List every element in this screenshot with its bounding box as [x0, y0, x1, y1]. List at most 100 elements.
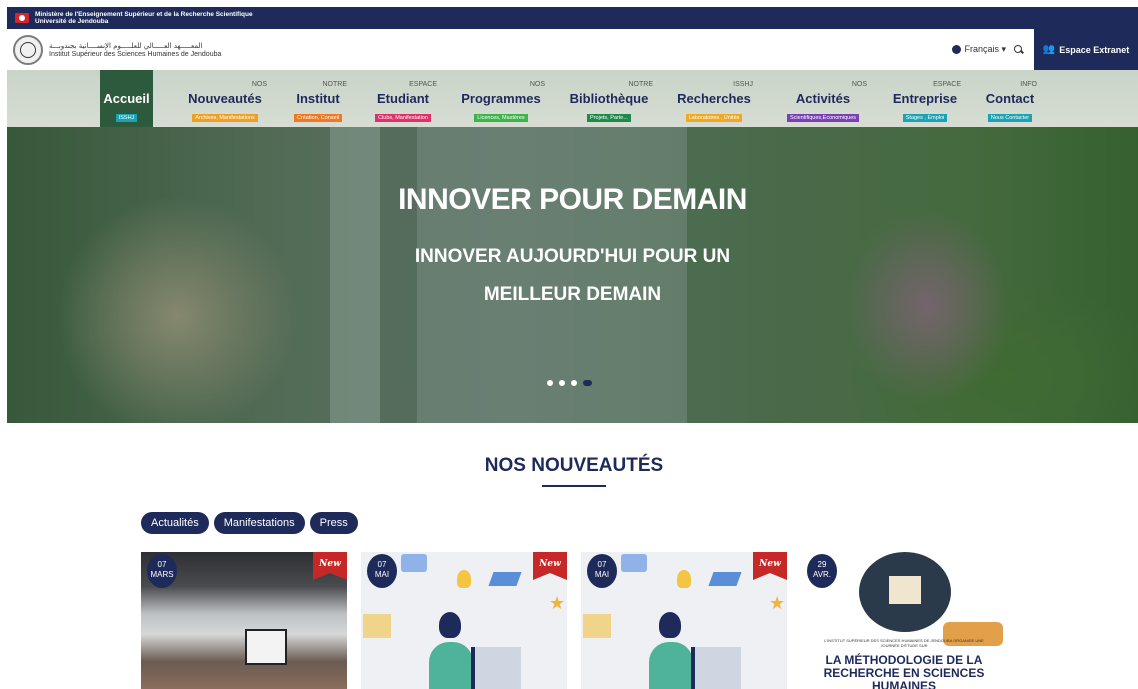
hero-overlay	[7, 127, 1138, 423]
ministry-bar: Ministère de l'Enseignement Supérieur et…	[7, 7, 1138, 29]
nav-label: Accueil	[103, 91, 150, 106]
nav-tag: Projets, Parte...	[587, 114, 631, 122]
nav-item-etudiant[interactable]: ESPACE Etudiant Clubs, Manifestation	[367, 70, 439, 127]
section-title: NOS NOUVEAUTÉS	[484, 455, 664, 476]
extranet-button[interactable]: 👥 Espace Extranet	[1034, 29, 1138, 70]
new-badge: New	[313, 552, 347, 580]
nav-prefix: NOTRE	[322, 81, 348, 88]
slider-dot-active[interactable]	[583, 380, 592, 386]
filter-actualites-button[interactable]: Actualités	[141, 512, 209, 534]
news-card[interactable]: L'INSTITUT SUPÉRIEUR DES SCIENCES HUMAIN…	[801, 552, 1007, 689]
news-filters: Actualités Manifestations Press	[141, 512, 358, 534]
institute-names[interactable]: المعـــــهد العـــــالي للعلـــــوم الإن…	[49, 42, 221, 58]
date-day: 07	[157, 560, 167, 569]
filter-press-button[interactable]: Press	[309, 512, 358, 534]
slider-dot[interactable]	[547, 380, 553, 386]
nav-prefix: NOS	[851, 81, 867, 88]
research-poster-graphic	[859, 552, 951, 632]
nav-item-contact[interactable]: INFO Contact Nous Contacter	[977, 70, 1043, 127]
nav-prefix: ISSHJ	[733, 81, 753, 88]
nav-tag: Création, Conseil	[293, 114, 343, 122]
date-day: 07	[377, 560, 387, 569]
nav-label: Etudiant	[377, 91, 429, 106]
news-card[interactable]: ★ 07 MAI New	[361, 552, 567, 689]
nav-prefix: NOS	[251, 81, 267, 88]
date-day: 29	[817, 560, 827, 569]
nav-prefix: NOTRE	[628, 81, 654, 88]
nav-label: Nouveautés	[188, 91, 262, 106]
nav-item-recherches[interactable]: ISSHJ Recherches Laboratoires , Unités	[669, 70, 759, 127]
users-icon: 👥	[1042, 44, 1056, 55]
chat-bubble-icon	[401, 554, 427, 572]
hero-title: INNOVER POUR DEMAIN	[398, 183, 747, 216]
institute-name-arabic: المعـــــهد العـــــالي للعلـــــوم الإن…	[49, 41, 203, 50]
date-month: MARS	[150, 570, 174, 579]
language-selector[interactable]: Français ▾	[952, 44, 1006, 55]
new-badge: New	[533, 552, 567, 580]
student-body	[649, 642, 693, 689]
date-month: MAI	[594, 570, 610, 579]
slider-dots	[547, 380, 592, 386]
lightbulb-icon	[457, 570, 471, 588]
header-actions: Français ▾ 👥 Espace Extranet	[952, 29, 1138, 70]
nav-item-bibliotheque[interactable]: NOTRE Bibliothèque Projets, Parte...	[559, 70, 659, 127]
nav-item-nouveautes[interactable]: NOS Nouveautés Archives, Manifestations	[177, 70, 273, 127]
date-badge: 07 MAI	[367, 554, 397, 588]
extranet-label: Espace Extranet	[1059, 44, 1130, 55]
nav-label: Entreprise	[892, 91, 958, 106]
nav-item-entreprise[interactable]: ESPACE Entreprise Stages , Emploi	[883, 70, 967, 127]
logo-emblem-icon	[20, 41, 36, 58]
star-icon: ★	[769, 593, 786, 613]
date-badge: 07 MAI	[587, 554, 617, 588]
section-title-underline	[542, 485, 606, 487]
slider-dot[interactable]	[571, 380, 577, 386]
slider-dot[interactable]	[559, 380, 565, 386]
nav-tag: Stages , Emploi	[902, 114, 948, 122]
tunisia-flag-icon	[15, 13, 29, 23]
ministry-text: Ministère de l'Enseignement Supérieur et…	[35, 11, 253, 25]
search-icon[interactable]	[1014, 44, 1024, 55]
date-day: 07	[597, 560, 607, 569]
filter-manifestations-button[interactable]: Manifestations	[213, 512, 305, 534]
nav-tag: Archives, Manifestations	[192, 114, 258, 122]
nav-item-activites[interactable]: NOS Activités Scientifiques,Economiques	[773, 70, 873, 127]
nav-label: Contact	[985, 91, 1035, 106]
language-label: Français ▾	[964, 44, 1006, 54]
institute-logo[interactable]	[13, 34, 43, 65]
nav-item-institut[interactable]: NOTRE Institut Création, Conseil	[283, 70, 353, 127]
news-card[interactable]: 07 MARS New	[141, 552, 347, 689]
folder-icon	[583, 614, 611, 638]
nav-tag: Scientifiques,Economiques	[786, 114, 860, 122]
lightbulb-icon	[677, 570, 691, 588]
hero-slider[interactable]: INNOVER POUR DEMAIN INNOVER AUJOURD'HUI …	[7, 127, 1138, 423]
star-icon: ★	[549, 593, 566, 613]
nav-tag: Licences, Mastères	[474, 114, 528, 122]
student-head	[659, 612, 681, 638]
student-body	[429, 642, 473, 689]
nav-label: Bibliothèque	[569, 91, 649, 106]
nav-tag: Clubs, Manifestation	[375, 114, 431, 122]
nav-item-programmes[interactable]: NOS Programmes Licences, Mastères	[453, 70, 549, 127]
date-badge: 29 AVR.	[807, 554, 837, 588]
nav-label: Programmes	[461, 91, 541, 106]
hero-subtitle-line2: MEILLEUR DEMAIN	[483, 284, 662, 305]
ministry-name: Ministère de l'Enseignement Supérieur et…	[35, 11, 253, 18]
institute-name-french: Institut Supérieur des Sciences Humaines…	[49, 50, 222, 58]
student-head	[439, 612, 461, 638]
graduation-cap-icon	[488, 572, 522, 586]
nav-prefix: NOS	[529, 81, 545, 88]
nav-tag: Laboratoires , Unités	[685, 114, 743, 122]
nav-label: Recherches	[677, 91, 751, 106]
folder-icon	[363, 614, 391, 638]
nav-prefix: ESPACE	[409, 81, 437, 88]
poster-title: LA MÉTHODOLOGIE DE LA RECHERCHE EN SCIEN…	[823, 653, 985, 689]
lecture-hall-screen-image	[245, 629, 287, 665]
nav-item-accueil[interactable]: Accueil ISSHJ	[100, 70, 153, 127]
poster-intro-text: L'INSTITUT SUPÉRIEUR DES SCIENCES HUMAIN…	[824, 638, 984, 648]
news-card[interactable]: ★ 07 MAI New	[581, 552, 787, 689]
nav-label: Institut	[296, 91, 340, 106]
laptop-icon	[691, 647, 741, 689]
nav-prefix: INFO	[1020, 81, 1037, 88]
date-badge: 07 MARS	[147, 554, 177, 588]
date-month: AVR.	[812, 570, 832, 579]
